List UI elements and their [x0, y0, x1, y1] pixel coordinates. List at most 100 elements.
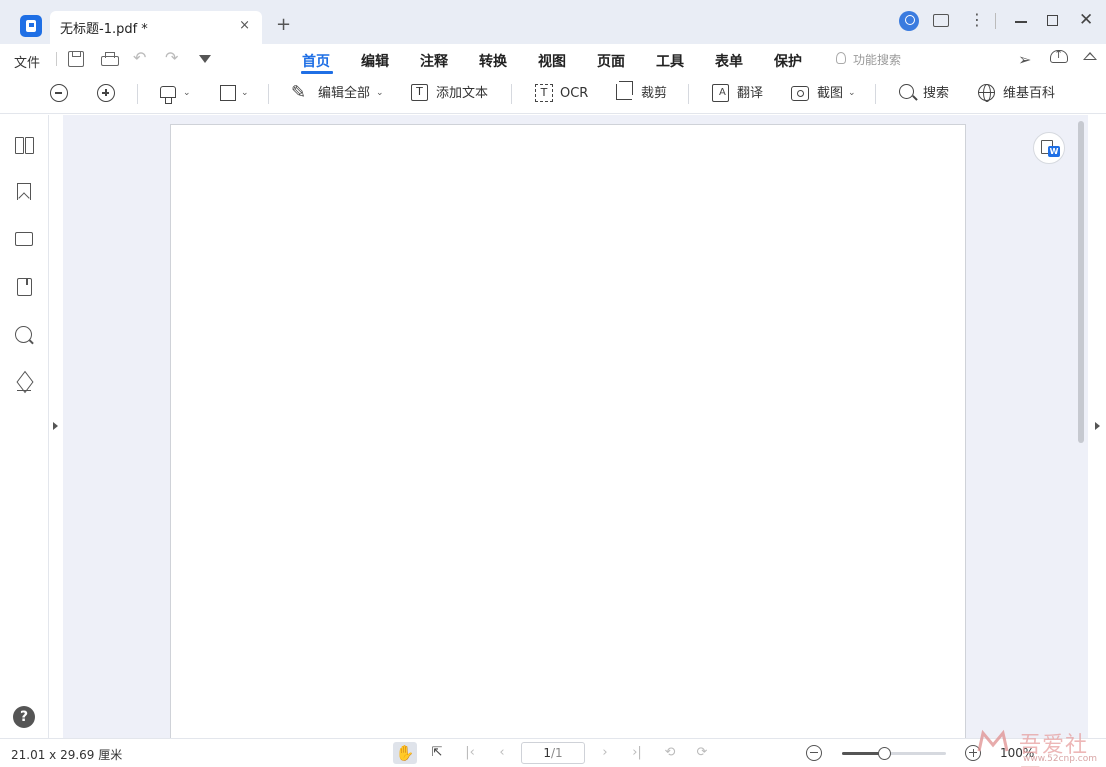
status-bar: 21.01 x 29.69 厘米 ✋ ⇱ |‹ ‹ 1/1 › ›| ⟲ ⟳ 1…	[0, 738, 1106, 767]
hand-tool-icon[interactable]: ✋	[393, 742, 417, 764]
ocr-button[interactable]: OCR	[560, 84, 588, 104]
toolbar-divider	[137, 84, 138, 104]
redo-icon[interactable]: ↷	[165, 48, 181, 67]
zoom-slider[interactable]	[842, 747, 946, 760]
camera-icon	[791, 86, 809, 101]
tab-view[interactable]: 视图	[538, 51, 566, 71]
tab-page[interactable]: 页面	[597, 51, 625, 71]
left-panel-gutter	[49, 115, 63, 738]
new-tab-button[interactable]: +	[276, 14, 291, 35]
bookmark-icon[interactable]	[17, 183, 31, 200]
file-menu[interactable]: 文件	[14, 52, 40, 71]
edit-all-button[interactable]: 编辑全部	[318, 84, 370, 104]
translate-button[interactable]: 翻译	[737, 84, 763, 104]
vertical-scrollbar[interactable]	[1078, 121, 1084, 443]
print-icon[interactable]	[101, 51, 119, 67]
watermark-logo-icon	[977, 729, 1009, 752]
tab-tools[interactable]: 工具	[656, 51, 684, 71]
current-page: 1	[543, 746, 551, 760]
zoom-out-icon[interactable]	[50, 84, 68, 102]
tab-home[interactable]: 首页	[302, 51, 330, 71]
next-page-icon[interactable]: ›	[595, 744, 615, 762]
page-size-label: 21.01 x 29.69 厘米	[11, 748, 123, 762]
cloud-upload-icon[interactable]	[1050, 48, 1068, 63]
toolbar-divider	[511, 84, 512, 104]
search-button[interactable]: 搜索	[923, 84, 949, 104]
document-canvas	[49, 115, 1106, 738]
title-bar: 无标题-1.pdf * × + ⋮ ✕	[0, 0, 1106, 44]
message-icon[interactable]	[933, 14, 949, 27]
save-icon[interactable]	[68, 51, 84, 67]
attachment-icon[interactable]	[17, 278, 32, 296]
pdf-page[interactable]	[170, 124, 966, 738]
ribbon-toolbar: ⌄ ⌄ 编辑全部 ⌄ T 添加文本 T OCR 裁剪 翻译 截图 ⌄ 搜索 维基…	[0, 74, 1106, 114]
comment-icon[interactable]	[15, 232, 33, 246]
collapse-ribbon-icon[interactable]	[1083, 52, 1097, 60]
send-icon[interactable]: ➢	[1018, 50, 1031, 69]
ocr-icon: T	[535, 84, 553, 102]
zoom-slider-handle[interactable]	[877, 747, 891, 760]
edit-all-dropdown-icon[interactable]: ⌄	[376, 88, 384, 98]
stamp-dropdown-icon[interactable]: ⌄	[183, 88, 191, 98]
app-logo-icon[interactable]	[20, 15, 42, 37]
tab-close-icon[interactable]: ×	[239, 18, 250, 33]
site-watermark: 吾爱社区 www.52cnp.com	[975, 727, 1106, 767]
screenshot-button[interactable]: 截图	[817, 84, 843, 104]
first-page-icon[interactable]: |‹	[460, 744, 480, 762]
convert-to-word-icon[interactable]	[1033, 132, 1065, 164]
tab-convert[interactable]: 转换	[479, 51, 507, 71]
titlebar-divider	[995, 13, 996, 29]
right-panel-rail	[1088, 115, 1106, 738]
textbox-icon: T	[411, 84, 428, 101]
help-icon[interactable]: ?	[13, 706, 35, 728]
tab-edit[interactable]: 编辑	[361, 51, 389, 71]
quick-access-dropdown-icon[interactable]	[199, 55, 211, 63]
thumbnails-icon[interactable]	[15, 136, 34, 154]
total-pages: /1	[550, 746, 563, 760]
wikipedia-button[interactable]: 维基百科	[1003, 84, 1055, 104]
left-sidebar: ?	[0, 115, 49, 738]
screenshot-dropdown-icon[interactable]: ⌄	[848, 88, 856, 98]
tab-comment[interactable]: 注释	[420, 51, 448, 71]
crop-button[interactable]: 裁剪	[641, 84, 667, 104]
zoom-in-icon[interactable]	[97, 84, 115, 102]
close-window-button[interactable]: ✕	[1079, 10, 1093, 30]
pen-edit-icon	[291, 82, 309, 103]
menu-bar: 文件 ↶ ↷ 首页 编辑 注释 转换 视图 页面 工具 表单 保护 功能搜索 ➢	[0, 44, 1106, 74]
translate-icon	[712, 84, 729, 102]
highlight-stamp-icon[interactable]	[160, 86, 176, 104]
crop-icon	[616, 81, 633, 100]
expand-right-panel-icon[interactable]	[1095, 422, 1100, 430]
maximize-button[interactable]	[1047, 15, 1058, 26]
more-options-icon[interactable]: ⋮	[969, 10, 985, 29]
minimize-button[interactable]	[1015, 21, 1027, 23]
tab-form[interactable]: 表单	[715, 51, 743, 71]
tab-title: 无标题-1.pdf *	[60, 22, 148, 37]
rectangle-select-icon[interactable]	[220, 85, 236, 101]
select-tool-icon[interactable]: ⇱	[427, 744, 447, 762]
page-number-input[interactable]: 1/1	[521, 742, 585, 764]
rotate-left-icon[interactable]: ⟲	[660, 744, 680, 762]
rectangle-dropdown-icon[interactable]: ⌄	[241, 88, 249, 98]
toolbar-divider	[688, 84, 689, 104]
menu-divider	[56, 52, 57, 66]
layers-icon[interactable]	[15, 374, 33, 392]
previous-page-icon[interactable]: ‹	[492, 744, 512, 762]
expand-left-panel-icon[interactable]	[53, 422, 58, 430]
globe-icon	[978, 84, 995, 102]
add-text-button[interactable]: 添加文本	[436, 84, 488, 104]
watermark-url: www.52cnp.com	[1023, 754, 1098, 764]
last-page-icon[interactable]: ›|	[627, 744, 647, 762]
user-avatar-icon[interactable]	[899, 11, 919, 31]
rotate-right-icon[interactable]: ⟳	[692, 744, 712, 762]
toolbar-divider	[875, 84, 876, 104]
feature-search[interactable]: 功能搜索	[853, 51, 901, 68]
lightbulb-icon	[836, 52, 846, 64]
zoom-out-status-icon[interactable]	[806, 745, 822, 761]
undo-icon[interactable]: ↶	[133, 48, 149, 67]
search-panel-icon[interactable]	[15, 326, 32, 343]
tab-protect[interactable]: 保护	[774, 51, 802, 71]
toolbar-divider	[268, 84, 269, 104]
search-icon	[899, 84, 914, 99]
document-tab[interactable]: 无标题-1.pdf * ×	[50, 11, 262, 44]
